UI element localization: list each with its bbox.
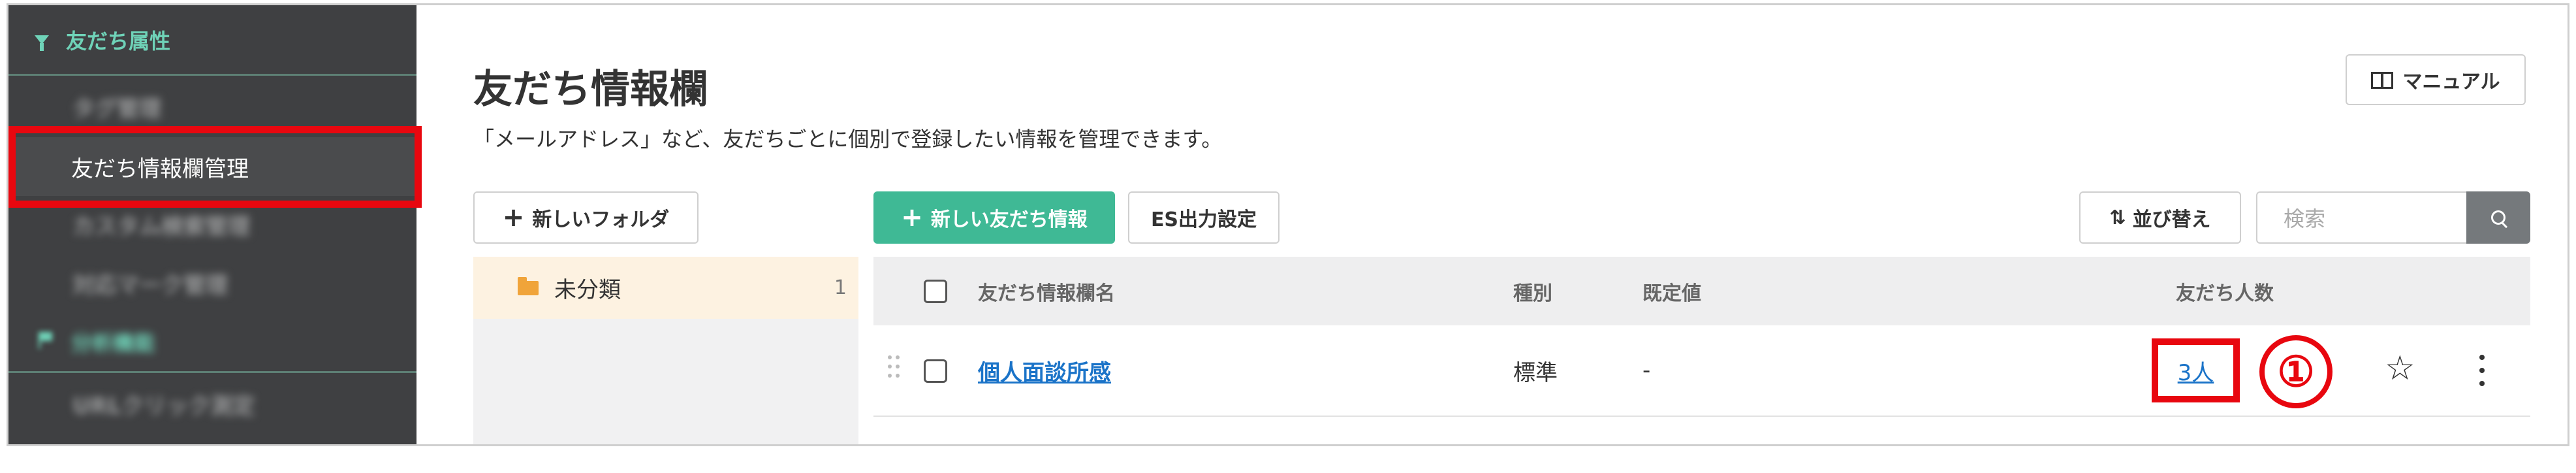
- friends-count-highlight: 3人: [2152, 338, 2240, 402]
- sidebar-item-label: タグ管理: [72, 95, 161, 122]
- sidebar-section-label: 友だち属性: [66, 28, 171, 54]
- sort-icon: ⇅: [2109, 206, 2126, 229]
- search-input[interactable]: 検索: [2256, 191, 2466, 244]
- star-icon[interactable]: ☆: [2385, 351, 2415, 385]
- folder-name: 未分類: [554, 277, 621, 303]
- es-export-settings-button[interactable]: ES出力設定: [1128, 191, 1280, 244]
- column-header-default: 既定値: [1642, 282, 1701, 305]
- folder-item[interactable]: 未分類 1: [473, 257, 858, 319]
- new-folder-button[interactable]: + 新しいフォルダ: [473, 191, 699, 244]
- new-folder-label: 新しいフォルダ: [532, 208, 670, 231]
- annotation-marker: ①: [2259, 335, 2333, 408]
- filter-icon: [35, 35, 49, 51]
- page-title: 友だち情報欄: [473, 67, 708, 112]
- select-all-checkbox[interactable]: [924, 280, 947, 303]
- sidebar-section-analytics[interactable]: 分析機能: [8, 312, 416, 373]
- plus-icon: +: [502, 203, 525, 233]
- search-button[interactable]: [2466, 191, 2530, 244]
- column-header-type: 種別: [1513, 282, 1552, 305]
- sidebar-section-label: 分析機能: [71, 331, 155, 355]
- page-description: 「メールアドレス」など、友だちごとに個別で登録したい情報を管理できます。: [473, 127, 1223, 152]
- table-header: 友だち情報欄名 種別 既定値 友だち人数: [873, 257, 2530, 325]
- column-header-name: 友だち情報欄名: [978, 282, 1115, 305]
- folder-count: 1: [834, 276, 847, 299]
- sidebar-item-label: カスタム検索管理: [72, 213, 250, 240]
- folder-panel: 未分類 1: [473, 257, 858, 444]
- manual-button[interactable]: マニュアル: [2346, 54, 2526, 105]
- friends-count-link[interactable]: 3人: [2178, 355, 2214, 387]
- column-header-friends: 友だち人数: [2176, 282, 2274, 305]
- new-friend-info-label: 新しい友だち情報: [930, 208, 1088, 231]
- sidebar-section-friend-attributes[interactable]: 友だち属性: [8, 5, 416, 76]
- search-icon: [2491, 210, 2505, 225]
- drag-handle-icon[interactable]: [888, 355, 901, 382]
- book-icon: [2371, 72, 2394, 89]
- sidebar-item-label: 対応マーク管理: [72, 272, 228, 299]
- es-export-label: ES出力設定: [1150, 208, 1257, 231]
- friend-info-type: 標準: [1513, 359, 1558, 386]
- row-checkbox[interactable]: [924, 359, 947, 383]
- app-window: 友だち属性 タグ管理 友だち情報欄管理 カスタム検索管理 対応マーク管理 分析機…: [7, 3, 2569, 446]
- more-options-icon[interactable]: [2479, 355, 2485, 387]
- new-friend-info-button[interactable]: + 新しい友だち情報: [873, 191, 1115, 244]
- sidebar-item-url-click[interactable]: URLクリック測定: [8, 374, 416, 433]
- friend-info-default: -: [1642, 357, 1651, 383]
- plus-icon: +: [901, 203, 923, 233]
- friend-info-name-link[interactable]: 個人面談所感: [978, 325, 1111, 416]
- flag-icon: [39, 332, 53, 349]
- folder-icon: [518, 276, 539, 295]
- sort-button[interactable]: ⇅ 並び替え: [2079, 191, 2241, 244]
- sidebar-item-marks[interactable]: 対応マーク管理: [8, 253, 416, 312]
- sidebar-item-label: URLクリック測定: [72, 393, 255, 419]
- manual-button-label: マニュアル: [2402, 71, 2500, 93]
- sort-label: 並び替え: [2132, 208, 2211, 231]
- search-placeholder: 検索: [2284, 206, 2326, 231]
- sidebar: 友だち属性 タグ管理 友だち情報欄管理 カスタム検索管理 対応マーク管理 分析機…: [8, 5, 416, 444]
- highlight-annotation-box: [8, 126, 422, 208]
